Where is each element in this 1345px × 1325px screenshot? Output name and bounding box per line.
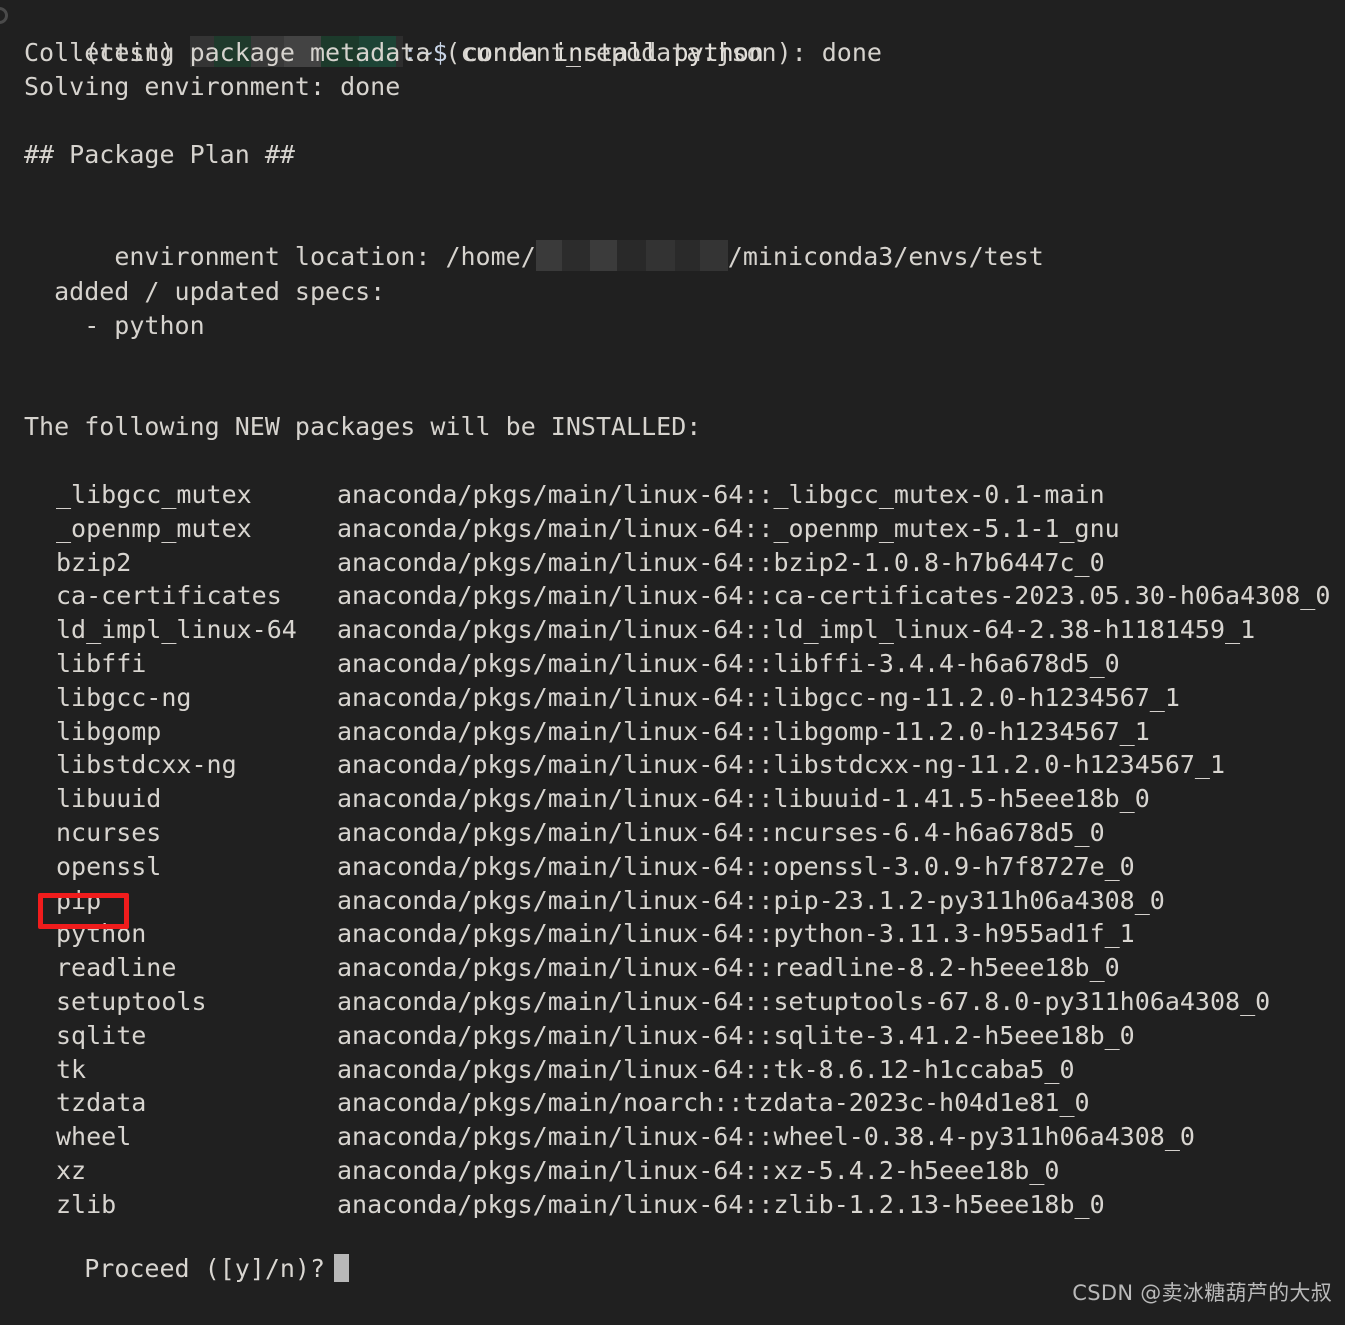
- package-name: pip: [56, 885, 102, 915]
- package-spec: anaconda/pkgs/main/linux-64::libuuid-1.4…: [337, 784, 1150, 814]
- package-name: libgomp: [56, 716, 162, 746]
- package-name: libgcc-ng: [56, 682, 192, 712]
- package-spec: anaconda/pkgs/main/linux-64::_openmp_mut…: [337, 513, 1120, 543]
- package-spec: anaconda/pkgs/main/linux-64::ld_impl_lin…: [337, 615, 1256, 645]
- redacted-home-username: [535, 239, 728, 271]
- package-spec: anaconda/pkgs/main/linux-64::setuptools-…: [337, 987, 1271, 1016]
- package-name: libffi: [56, 649, 147, 678]
- package-name: zlib: [56, 1189, 117, 1219]
- package-spec: anaconda/pkgs/main/linux-64::openssl-3.0…: [337, 851, 1135, 881]
- package-name: _openmp_mutex: [56, 513, 252, 543]
- package-name: python: [56, 919, 147, 949]
- package-name: libuuid: [56, 784, 162, 814]
- package-name: ld_impl_linux-64: [56, 615, 297, 645]
- package-spec: anaconda/pkgs/main/linux-64::libffi-3.4.…: [337, 649, 1120, 678]
- package-name: tzdata: [56, 1088, 147, 1118]
- package-name: _libgcc_mutex: [56, 480, 252, 509]
- package-name: ca-certificates: [56, 581, 282, 611]
- package-name: ncurses: [56, 818, 162, 847]
- package-spec: anaconda/pkgs/main/noarch::tzdata-2023c-…: [337, 1088, 1090, 1118]
- package-name: sqlite: [56, 1020, 147, 1050]
- package-name: readline: [56, 953, 177, 983]
- specs-item-python: - python: [24, 311, 205, 340]
- specs-header: added / updated specs:: [24, 277, 386, 306]
- csdn-watermark: CSDN @卖冰糖葫芦的大叔: [1072, 1281, 1332, 1306]
- proceed-prompt-label: Proceed ([y]/n)?: [84, 1253, 326, 1283]
- package-spec: anaconda/pkgs/main/linux-64::bzip2-1.0.8…: [337, 547, 1105, 577]
- package-spec: anaconda/pkgs/main/linux-64::zlib-1.2.13…: [337, 1189, 1105, 1219]
- package-spec: anaconda/pkgs/main/linux-64::ca-certific…: [337, 581, 1331, 611]
- package-spec: anaconda/pkgs/main/linux-64::readline-8.…: [337, 953, 1120, 983]
- terminal-window[interactable]: (test) :~$ conda install python Collecti…: [0, 0, 1345, 1325]
- package-spec: anaconda/pkgs/main/linux-64::sqlite-3.41…: [337, 1020, 1135, 1050]
- package-spec: anaconda/pkgs/main/linux-64::libgomp-11.…: [337, 716, 1150, 746]
- package-name: wheel: [56, 1122, 132, 1152]
- package-spec: anaconda/pkgs/main/linux-64::xz-5.4.2-h5…: [337, 1156, 1060, 1185]
- package-name: tk: [56, 1054, 87, 1084]
- package-name: libstdcxx-ng: [56, 750, 237, 780]
- package-spec: anaconda/pkgs/main/linux-64::libstdcxx-n…: [337, 750, 1226, 780]
- package-name: openssl: [56, 851, 162, 881]
- package-spec: anaconda/pkgs/main/linux-64::tk-8.6.12-h…: [337, 1054, 1075, 1084]
- environment-location-suffix: /miniconda3/envs/test: [727, 241, 1044, 271]
- package-spec: anaconda/pkgs/main/linux-64::wheel-0.38.…: [337, 1122, 1195, 1152]
- proceed-prompt[interactable]: Proceed ([y]/n)?: [24, 1218, 350, 1319]
- environment-location-prefix: environment location: /home/: [84, 241, 536, 271]
- package-name: bzip2: [56, 547, 132, 577]
- package-spec: anaconda/pkgs/main/linux-64::ncurses-6.4…: [337, 818, 1105, 847]
- package-name: setuptools: [56, 987, 207, 1016]
- package-spec: anaconda/pkgs/main/linux-64::pip-23.1.2-…: [337, 885, 1165, 915]
- collecting-metadata-line: Collecting package metadata (current_rep…: [24, 38, 882, 67]
- package-spec: anaconda/pkgs/main/linux-64::_libgcc_mut…: [337, 480, 1105, 509]
- install-header: The following NEW packages will be INSTA…: [24, 412, 702, 441]
- package-spec: anaconda/pkgs/main/linux-64::python-3.11…: [337, 919, 1135, 949]
- package-spec: anaconda/pkgs/main/linux-64::libgcc-ng-1…: [337, 682, 1180, 712]
- text-cursor: [334, 1253, 350, 1282]
- solving-environment-line: Solving environment: done: [24, 72, 401, 101]
- package-name: xz: [56, 1156, 87, 1185]
- package-plan-header: ## Package Plan ##: [24, 140, 295, 169]
